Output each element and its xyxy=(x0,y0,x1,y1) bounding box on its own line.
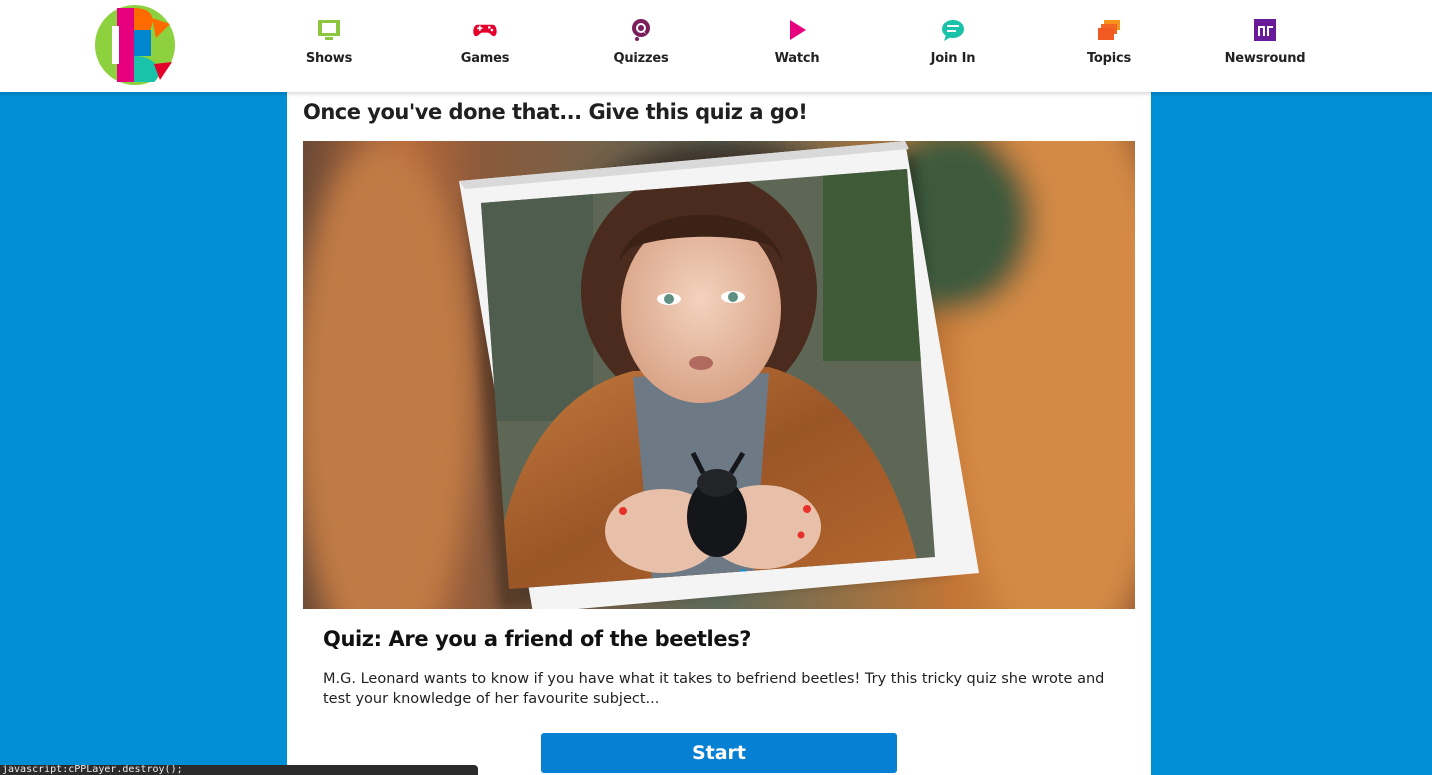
start-button[interactable]: Start xyxy=(541,733,897,773)
nav-topics[interactable]: Topics xyxy=(1054,18,1164,74)
quiz-description: M.G. Leonard wants to know if you have w… xyxy=(323,671,1105,707)
main-content: Once you've done that... Give this quiz … xyxy=(287,92,1151,775)
stacked-cards-icon xyxy=(1098,20,1120,40)
nav-join-in[interactable]: Join In xyxy=(898,18,1008,74)
chat-bubble-icon xyxy=(942,20,964,41)
browser-status-bar: javascript:cPPLayer.destroy(); xyxy=(0,765,478,775)
nav-label-topics: Topics xyxy=(1086,51,1132,66)
quiz-hero-image[interactable] xyxy=(303,141,1135,609)
tv-icon xyxy=(318,20,340,40)
newsround-icon xyxy=(1254,19,1276,41)
nav-label-watch: Watch xyxy=(774,51,820,66)
nav-shows[interactable]: Shows xyxy=(274,18,384,74)
nav-label-shows: Shows xyxy=(305,51,353,66)
nav-label-quizzes: Quizzes xyxy=(613,51,669,66)
gamepad-icon xyxy=(473,24,497,37)
nav-label-newsround: Newsround xyxy=(1224,51,1306,66)
nav-label-join-in: Join In xyxy=(930,51,976,66)
nav-watch[interactable]: Watch xyxy=(742,18,852,74)
nav-games[interactable]: Games xyxy=(430,18,540,74)
quiz-photo xyxy=(303,141,1135,609)
quiz-bubble-icon xyxy=(632,19,650,41)
site-header: Shows Games Quizzes Watch Join In Topics… xyxy=(0,0,1432,92)
nav-quizzes[interactable]: Quizzes xyxy=(586,18,696,74)
quiz-title[interactable]: Quiz: Are you a friend of the beetles? xyxy=(323,627,751,651)
nav-label-games: Games xyxy=(460,51,510,66)
section-heading: Once you've done that... Give this quiz … xyxy=(303,100,808,124)
cbbc-logo[interactable] xyxy=(94,4,176,86)
nav-newsround[interactable]: Newsround xyxy=(1210,18,1320,74)
play-icon xyxy=(790,20,806,40)
